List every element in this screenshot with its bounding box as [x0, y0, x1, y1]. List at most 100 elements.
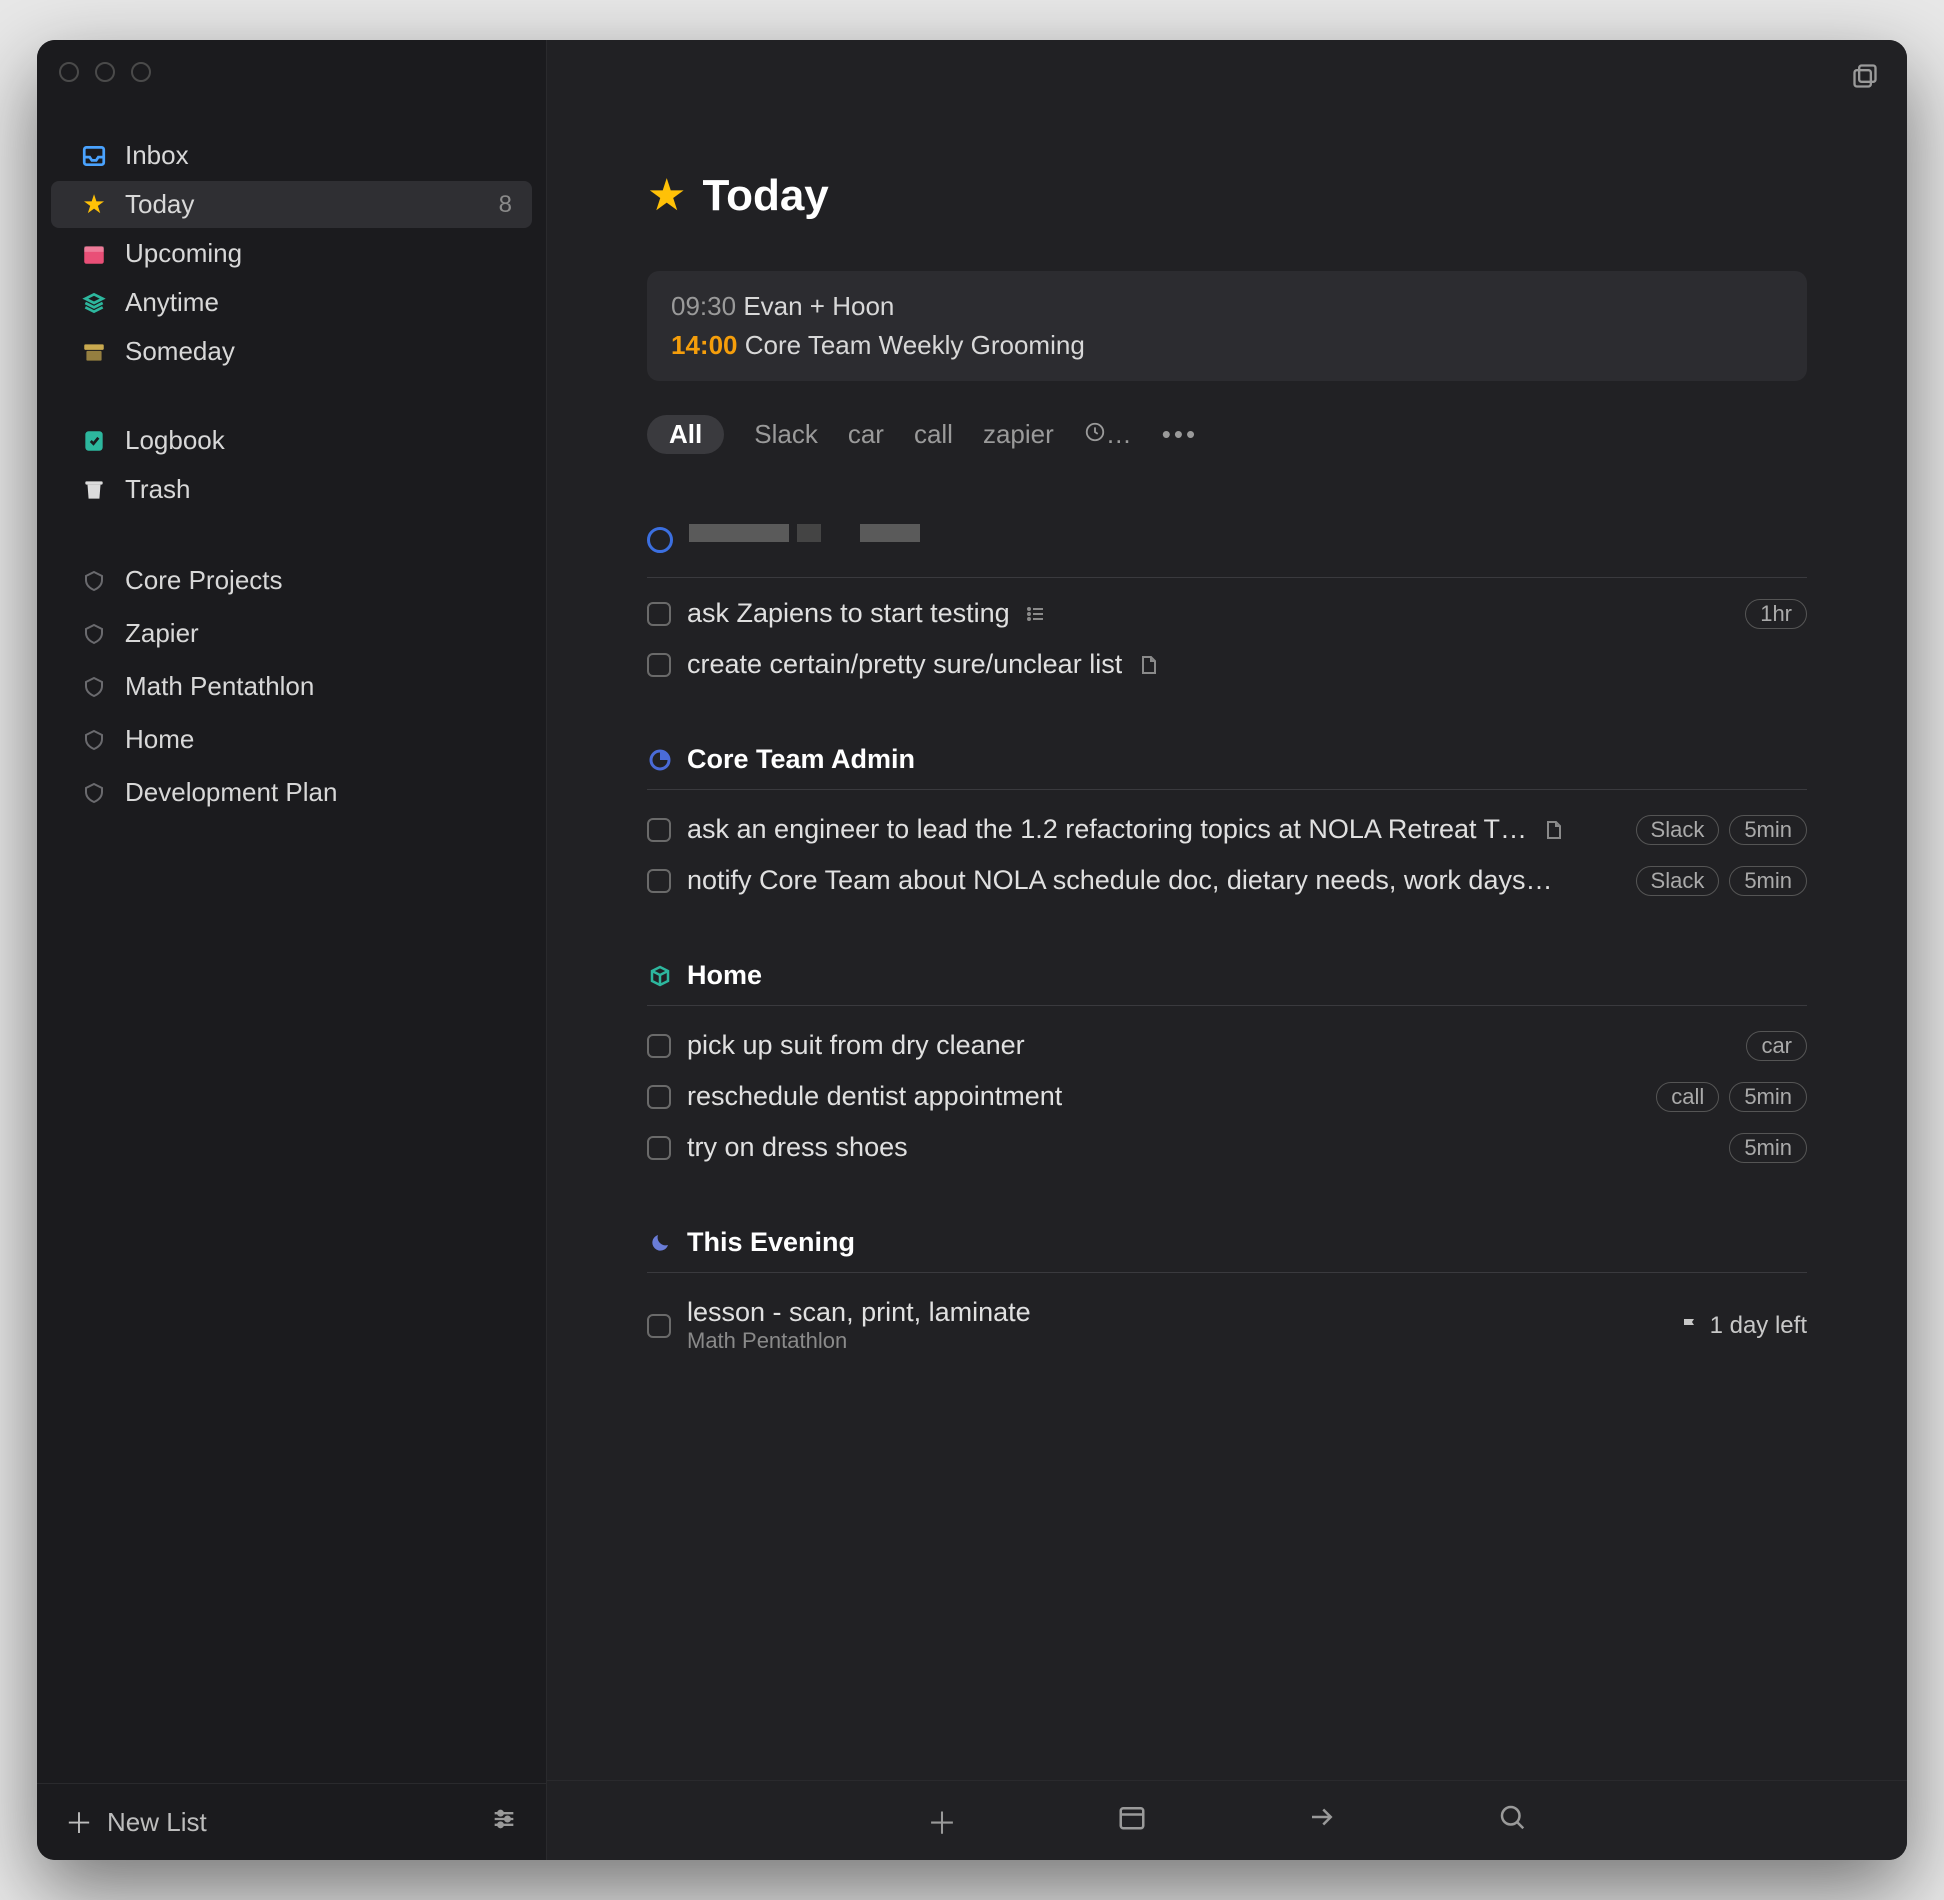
task-title: ask Zapiens to start testing [687, 598, 1010, 629]
task-checkbox[interactable] [647, 1314, 671, 1338]
sidebar-item-development-plan[interactable]: Development Plan [51, 767, 532, 818]
sidebar-item-core-projects[interactable]: Core Projects [51, 555, 532, 606]
task-row[interactable] [647, 514, 1807, 565]
sidebar-item-someday[interactable]: Someday [51, 328, 532, 375]
calendar-event[interactable]: 14:00 Core Team Weekly Grooming [671, 326, 1783, 365]
task-checkbox[interactable] [647, 653, 671, 677]
sidebar-item-inbox[interactable]: Inbox [51, 132, 532, 179]
sidebar-item-label: Core Projects [125, 565, 283, 596]
task-tag[interactable]: Slack [1636, 815, 1720, 845]
task-row[interactable]: reschedule dentist appointment call 5min [647, 1071, 1807, 1122]
task-title: notify Core Team about NOLA schedule doc… [687, 865, 1552, 896]
filter-time-icon[interactable]: … [1084, 419, 1132, 450]
calendar-events[interactable]: 09:30 Evan + Hoon14:00 Core Team Weekly … [647, 271, 1807, 381]
sidebar-item-label: Development Plan [125, 777, 337, 808]
task-tag[interactable]: car [1746, 1031, 1807, 1061]
inbox-icon [79, 141, 109, 171]
filter-more-icon[interactable]: ••• [1162, 419, 1198, 450]
obscured-text [689, 524, 920, 555]
task-row[interactable]: try on dress shoes 5min [647, 1122, 1807, 1173]
checklist-icon [1026, 604, 1046, 624]
plus-icon[interactable]: ＋ [65, 1802, 93, 1842]
task-row[interactable]: create certain/pretty sure/unclear list [647, 639, 1807, 690]
bottom-toolbar: ＋ [547, 1780, 1907, 1860]
settings-icon[interactable] [490, 1805, 518, 1840]
filter-tag-slack[interactable]: Slack [754, 419, 818, 450]
task-row[interactable]: pick up suit from dry cleanercar [647, 1020, 1807, 1071]
section-header[interactable]: Core Team Admin [647, 744, 1807, 775]
task-title: reschedule dentist appointment [687, 1081, 1062, 1112]
archive-icon [79, 337, 109, 367]
calendar-icon [79, 239, 109, 269]
search-button[interactable] [1497, 1802, 1527, 1840]
task-tag[interactable]: 5min [1729, 1082, 1807, 1112]
filter-tag-car[interactable]: car [848, 419, 884, 450]
main-panel: ★ Today 09:30 Evan + Hoon14:00 Core Team… [547, 40, 1907, 1860]
task-row[interactable]: ask Zapiens to start testing 1hr [647, 588, 1807, 639]
star-icon: ★ [79, 190, 109, 220]
area-icon [79, 672, 109, 702]
task-tag[interactable]: 5min [1729, 1133, 1807, 1163]
sidebar-item-trash[interactable]: Trash [51, 466, 532, 513]
zoom-dot[interactable] [131, 62, 151, 82]
sidebar-item-label: Logbook [125, 425, 225, 456]
task-subtitle: Math Pentathlon [687, 1328, 1031, 1354]
close-dot[interactable] [59, 62, 79, 82]
task-row[interactable]: ask an engineer to lead the 1.2 refactor… [647, 804, 1807, 855]
task-checkbox[interactable] [647, 818, 671, 842]
new-todo-button[interactable]: ＋ [927, 1799, 957, 1843]
filter-tag-zapier[interactable]: zapier [983, 419, 1054, 450]
stack-icon [79, 288, 109, 318]
sidebar-item-label: Anytime [125, 287, 219, 318]
move-button[interactable] [1307, 1802, 1337, 1840]
sidebar-item-logbook[interactable]: Logbook [51, 417, 532, 464]
task-tag[interactable]: call [1656, 1082, 1719, 1112]
sidebar: Inbox ★Today8 Upcoming Anytime Someday Logbo… [37, 40, 547, 1860]
area-icon [79, 566, 109, 596]
task-row[interactable]: lesson - scan, print, laminateMath Penta… [647, 1287, 1807, 1364]
task-checkbox[interactable] [647, 1034, 671, 1058]
task-tag[interactable]: 5min [1729, 866, 1807, 896]
box-icon [647, 963, 673, 989]
section-header[interactable]: This Evening [647, 1227, 1807, 1258]
event-title: Core Team Weekly Grooming [745, 330, 1085, 360]
sidebar-item-math-pentathlon[interactable]: Math Pentathlon [51, 661, 532, 712]
event-time: 09:30 [671, 291, 736, 321]
section-title: Core Team Admin [687, 744, 915, 775]
calendar-event[interactable]: 09:30 Evan + Hoon [671, 287, 1783, 326]
sidebar-item-home[interactable]: Home [51, 714, 532, 765]
new-window-icon[interactable] [1851, 62, 1879, 90]
minimize-dot[interactable] [95, 62, 115, 82]
sidebar-item-label: Inbox [125, 140, 189, 171]
sidebar-item-label: Home [125, 724, 194, 755]
section-header[interactable]: Home [647, 960, 1807, 991]
sidebar-item-today[interactable]: ★Today8 [51, 181, 532, 228]
task-checkbox[interactable] [647, 1085, 671, 1109]
event-title: Evan + Hoon [743, 291, 894, 321]
sidebar-item-anytime[interactable]: Anytime [51, 279, 532, 326]
task-tag[interactable]: 1hr [1745, 599, 1807, 629]
task-title: try on dress shoes [687, 1132, 908, 1163]
sidebar-item-label: Upcoming [125, 238, 242, 269]
area-icon [79, 725, 109, 755]
task-checkbox[interactable] [647, 602, 671, 626]
task-row[interactable]: notify Core Team about NOLA schedule doc… [647, 855, 1807, 906]
app-window: Inbox★Today8UpcomingAnytimeSomeday Logbo… [37, 40, 1907, 1860]
note-icon [1543, 820, 1563, 840]
new-list-button[interactable]: New List [107, 1807, 207, 1838]
sidebar-item-count: 8 [499, 191, 512, 219]
task-checkbox[interactable] [647, 869, 671, 893]
task-tag[interactable]: 5min [1729, 815, 1807, 845]
logbook-icon [79, 426, 109, 456]
sidebar-item-upcoming[interactable]: Upcoming [51, 230, 532, 277]
sidebar-item-label: Trash [125, 474, 191, 505]
page-title: Today [702, 171, 828, 221]
calendar-button[interactable] [1117, 1802, 1147, 1840]
task-tag[interactable]: Slack [1636, 866, 1720, 896]
task-checkbox[interactable] [647, 1136, 671, 1160]
filter-all[interactable]: All [647, 415, 724, 454]
task-title: lesson - scan, print, laminate [687, 1297, 1031, 1328]
project-circle-icon [647, 527, 673, 553]
sidebar-item-zapier[interactable]: Zapier [51, 608, 532, 659]
filter-tag-call[interactable]: call [914, 419, 953, 450]
